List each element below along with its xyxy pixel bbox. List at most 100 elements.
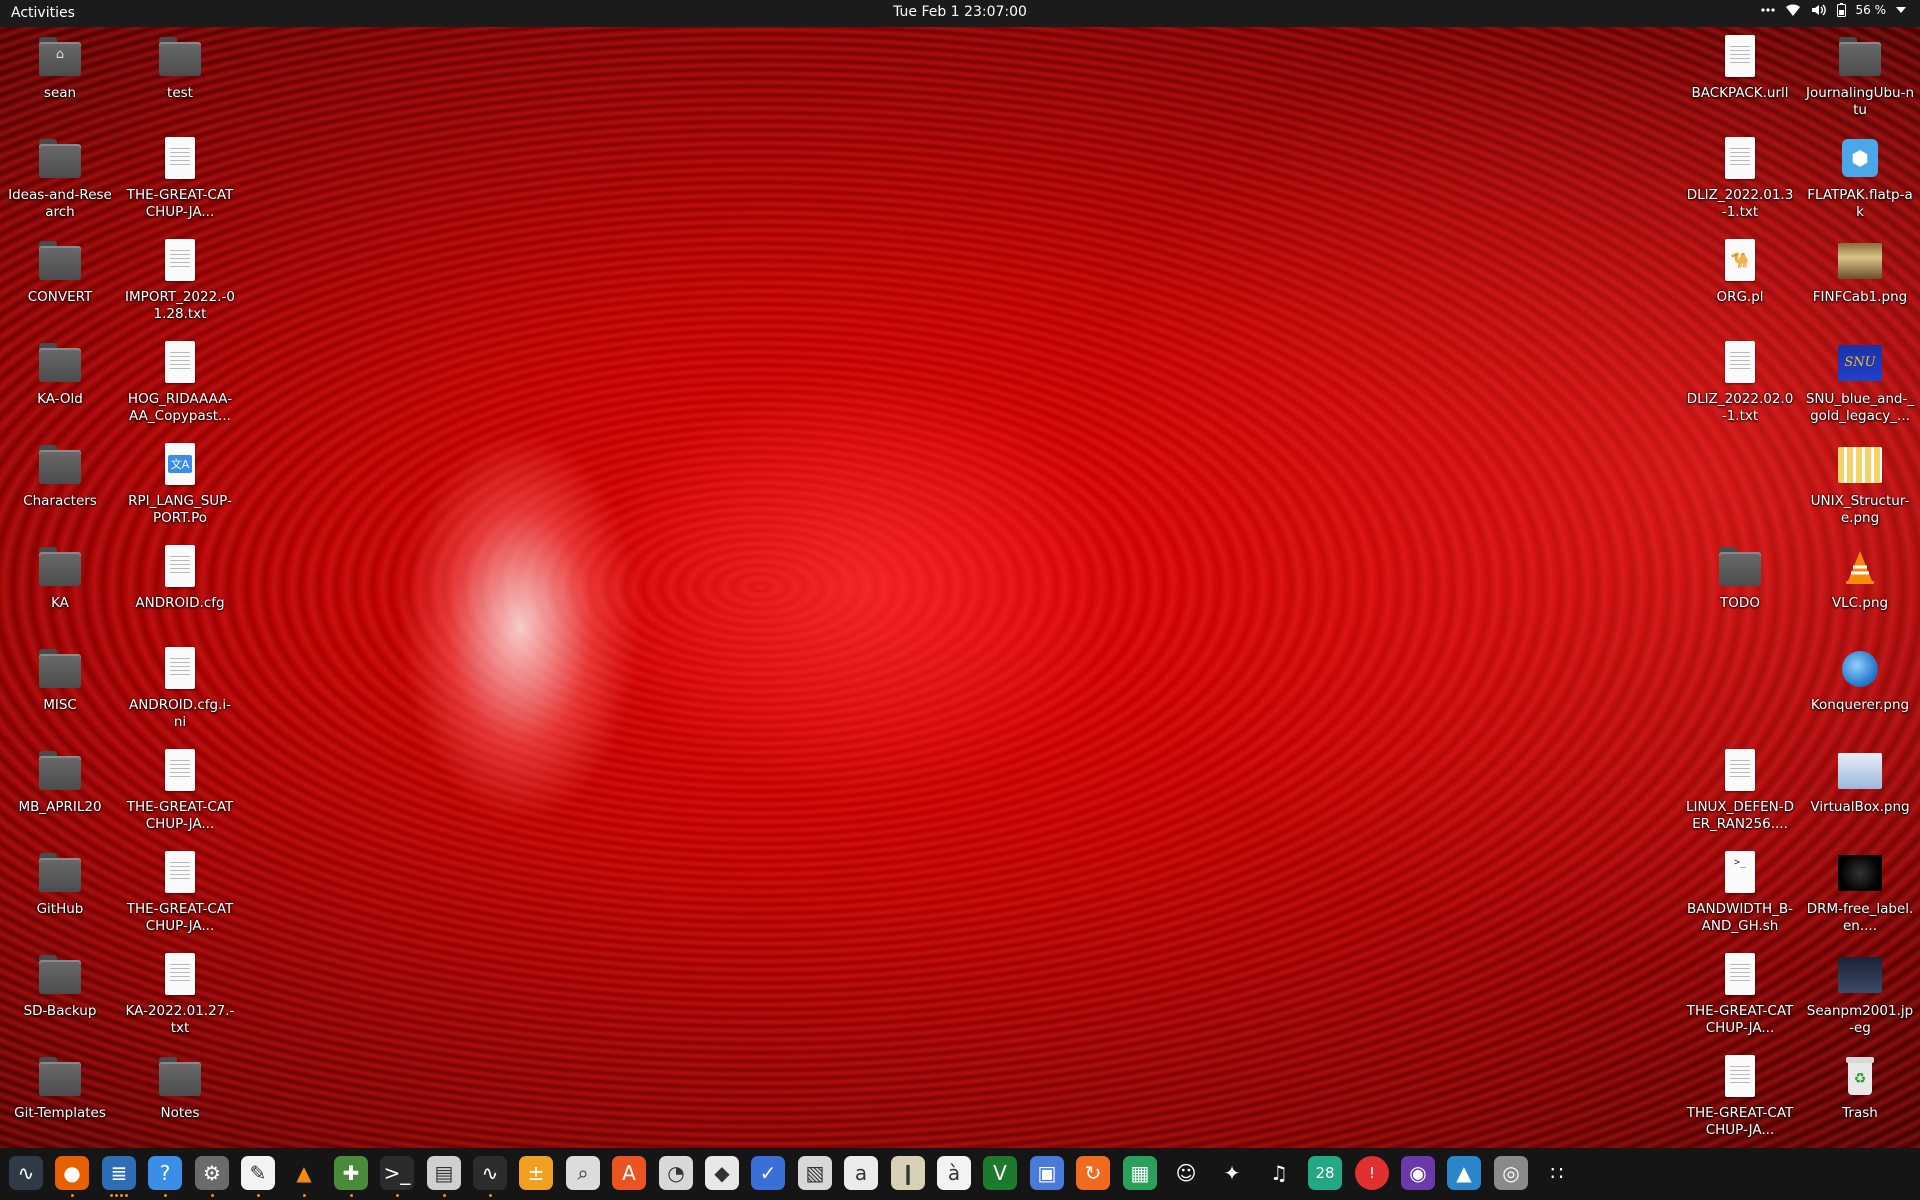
desktop-icon-label: DRM-free_label.en.... — [1806, 901, 1914, 934]
desktop-icon[interactable]: Konquerer.png — [1805, 645, 1915, 714]
gimp-icon[interactable]: ✦ — [1215, 1156, 1249, 1190]
desktop-icon[interactable]: DLIZ_2022.02.0-1.txt — [1685, 339, 1795, 425]
desktop-icon[interactable]: THE-GREAT-CATCHUP-JA... — [1685, 951, 1795, 1037]
desktop-icon[interactable]: KA-Old — [5, 339, 115, 408]
desktop-icon[interactable]: THE-GREAT-CATCHUP-JA... — [125, 135, 235, 221]
desktop-icon-label: CONVERT — [27, 289, 93, 305]
desktop-icon[interactable]: VirtualBox.png — [1805, 747, 1915, 816]
desktop-icon[interactable]: THE-GREAT-CATCHUP-JA... — [125, 747, 235, 833]
desktop-icon[interactable]: GitHub — [5, 849, 115, 918]
vim-icon[interactable]: V — [983, 1156, 1017, 1190]
desktop-icon[interactable]: Seanpm2001.jp-eg — [1805, 951, 1915, 1037]
spreadsheet-icon[interactable]: ▦ — [1123, 1156, 1157, 1190]
webcam-icon[interactable]: ◉ — [1401, 1156, 1435, 1190]
desktop-icon[interactable]: CONVERT — [5, 237, 115, 306]
firefox-icon[interactable]: ● — [55, 1156, 89, 1190]
installer-icon[interactable]: ◎ — [1494, 1156, 1528, 1190]
desktop-icon[interactable]: SNU SNU_blue_and-_gold_legacy_... — [1805, 339, 1915, 425]
character-map-icon[interactable]: à — [937, 1156, 971, 1190]
system-menu-arrow-icon[interactable] — [1896, 7, 1906, 13]
desktop-icon[interactable]: Characters — [5, 441, 115, 510]
desktop-icon[interactable]: BACKPACK.urll — [1685, 33, 1795, 102]
desktop-icon[interactable]: DRM-free_label.en.... — [1805, 849, 1915, 935]
text-file-icon — [1716, 1053, 1764, 1101]
system-monitor-icon[interactable]: ∿ — [9, 1156, 43, 1190]
desktop-icon[interactable]: SD-Backup — [5, 951, 115, 1020]
text-editor-icon[interactable]: ✎ — [241, 1156, 275, 1190]
desktop-icon-label: Seanpm2001.jp-eg — [1806, 1003, 1914, 1036]
vlc-icon[interactable]: ▲ — [287, 1156, 321, 1190]
puzzle-icon[interactable]: ✚ — [334, 1156, 368, 1190]
inkscape-icon[interactable]: ◆ — [705, 1156, 739, 1190]
desktop-icon[interactable]: ⬢ FLATPAK.flatp-ak — [1805, 135, 1915, 221]
desktop-icon[interactable]: LINUX_DEFEN-DER_RAN256.... — [1685, 747, 1795, 833]
calendar-badge-text: 28 — [1315, 1164, 1335, 1182]
photo-app-icon[interactable]: ▲ — [1447, 1156, 1481, 1190]
desktop-icon[interactable]: ⌂ sean — [5, 33, 115, 102]
desktop-icon[interactable]: ANDROID.cfg — [125, 543, 235, 612]
desktop-icon[interactable]: ANDROID.cfg.i-ni — [125, 645, 235, 731]
desktop-icon-label: DLIZ_2022.01.3-1.txt — [1686, 187, 1794, 220]
desktop-icon-label: THE-GREAT-CATCHUP-JA... — [126, 901, 234, 934]
desktop-icon[interactable]: DLIZ_2022.01.3-1.txt — [1685, 135, 1795, 221]
software-store-icon[interactable]: A — [612, 1156, 646, 1190]
calculator-icon[interactable]: ± — [519, 1156, 553, 1190]
desktop-icon-label: IMPORT_2022.-01.28.txt — [125, 289, 235, 322]
settings-icon[interactable]: ⚙ — [195, 1156, 229, 1190]
desktop-icon[interactable]: Notes — [125, 1053, 235, 1122]
wifi-icon[interactable] — [1785, 3, 1801, 17]
battery-percent: 56 % — [1855, 3, 1887, 17]
system-tray[interactable]: 56 % — [1760, 3, 1906, 17]
error-report-icon[interactable]: ! — [1355, 1156, 1389, 1190]
desktop-icon[interactable]: test — [125, 33, 235, 102]
help-icon[interactable]: ? — [148, 1156, 182, 1190]
desktop-icon[interactable]: MISC — [5, 645, 115, 714]
desktop-icon[interactable]: IMPORT_2022.-01.28.txt — [125, 237, 235, 323]
archive-manager-icon[interactable]: ❙ — [891, 1156, 925, 1190]
desktop-icon[interactable]: KA-2022.01.27.-txt — [125, 951, 235, 1037]
music-icon[interactable]: ♫ — [1262, 1156, 1296, 1190]
overflow-menu-icon[interactable] — [1760, 7, 1775, 13]
activities-button[interactable]: Activities — [11, 5, 75, 21]
clock[interactable]: Tue Feb 1 23:07:00 — [893, 4, 1027, 20]
game-icon[interactable]: ☺ — [1169, 1156, 1203, 1190]
image-viewer-icon[interactable]: ⌕ — [566, 1156, 600, 1190]
running-indicator — [210, 1194, 214, 1197]
calendar-icon[interactable]: 28 — [1308, 1156, 1342, 1190]
desktop-icon-label: ORG.pl — [1716, 289, 1764, 305]
desktop-icon[interactable]: THE-GREAT-CATCHUP-JA... — [125, 849, 235, 935]
battery-icon[interactable] — [1836, 3, 1846, 17]
updates-icon[interactable]: ↻ — [1076, 1156, 1110, 1190]
folder-icon — [36, 237, 84, 285]
desktop-icon[interactable]: MB_APRIL20 — [5, 747, 115, 816]
desktop-icon[interactable]: FINFCab1.png — [1805, 237, 1915, 306]
files-icon[interactable]: ▤ — [427, 1156, 461, 1190]
desktop-icon[interactable]: VLC.png — [1805, 543, 1915, 612]
desktop-icon[interactable]: UNIX_Structur-e.png — [1805, 441, 1915, 527]
desktop-icon[interactable]: 🐪 ORG.pl — [1685, 237, 1795, 306]
desktop-icon[interactable]: TODO — [1685, 543, 1795, 612]
desktop-icon[interactable]: Ideas-and-Research — [5, 135, 115, 221]
font-viewer-icon[interactable]: a — [844, 1156, 878, 1190]
desktop-icon[interactable]: >_ BANDWIDTH_B-AND_GH.sh — [1685, 849, 1795, 935]
screenshot-icon[interactable]: ▣ — [1030, 1156, 1064, 1190]
document-viewer-icon[interactable]: ≣ — [102, 1156, 136, 1190]
desktop-icon-label: Git-Templates — [14, 1105, 106, 1121]
desktop-icon[interactable]: THE-GREAT-CATCHUP-JA... — [1685, 1053, 1795, 1139]
app-grid-icon[interactable]: ∷ — [1540, 1156, 1574, 1190]
todo-icon[interactable]: ✓ — [751, 1156, 785, 1190]
desktop-icon[interactable]: JournalingUbu-ntu — [1805, 33, 1915, 119]
desktop-icon[interactable]: 文A RPI_LANG_SUP-PORT.Po — [125, 441, 235, 527]
vlc-png-thumbnail-icon — [1836, 543, 1884, 591]
desktop-icon[interactable]: HOG_RIDAAAA-AA_Copypast... — [125, 339, 235, 425]
volume-icon[interactable] — [1811, 3, 1827, 17]
folder-icon — [36, 339, 84, 387]
disk-usage-icon[interactable]: ◔ — [659, 1156, 693, 1190]
dictionary-icon[interactable]: ▧ — [798, 1156, 832, 1190]
desktop-icon[interactable]: KA — [5, 543, 115, 612]
desktop-icon[interactable]: Git-Templates — [5, 1053, 115, 1122]
desktop-icon[interactable]: ♻ Trash — [1805, 1053, 1915, 1122]
snu-blue-and-gold-legacy-thumbnail-icon: SNU — [1836, 339, 1884, 387]
waveform-icon[interactable]: ∿ — [473, 1156, 507, 1190]
terminal-icon[interactable]: >_ — [380, 1156, 414, 1190]
